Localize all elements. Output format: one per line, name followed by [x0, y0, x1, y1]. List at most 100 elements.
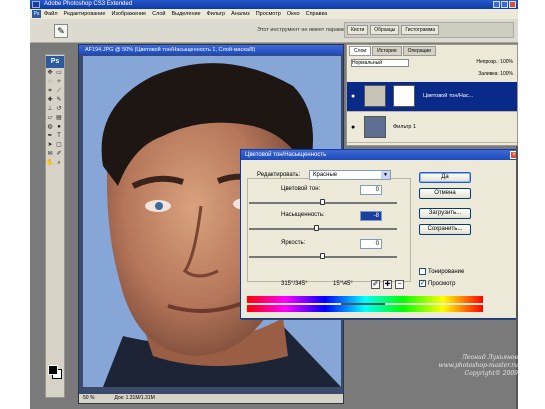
- saturation-input[interactable]: -8: [360, 211, 382, 221]
- eyedropper-icon[interactable]: ✐: [371, 280, 380, 289]
- eraser-tool-icon[interactable]: ▱: [46, 114, 54, 122]
- close-icon[interactable]: [509, 1, 516, 8]
- zoom-tool-icon[interactable]: ⌕: [55, 159, 63, 167]
- menu-help[interactable]: Справка: [306, 11, 328, 17]
- marquee-tool-icon[interactable]: ▭: [55, 69, 63, 77]
- lasso-tool-icon[interactable]: ◌: [46, 78, 54, 86]
- ok-button[interactable]: Да: [419, 172, 471, 183]
- toolbox-logo: Ps: [46, 56, 64, 68]
- layer-row-adjustment[interactable]: ● Цветовой тон/Нас...: [347, 82, 517, 112]
- maximize-icon[interactable]: [501, 1, 508, 8]
- ps-menu-icon[interactable]: Ps: [32, 10, 41, 18]
- edit-select-value: Красные: [313, 172, 338, 178]
- pen-tool-icon[interactable]: ✒: [46, 132, 54, 140]
- menu-view[interactable]: Просмотр: [256, 11, 281, 17]
- color-spectrum-top: [247, 296, 483, 303]
- eyedropper-plus-icon[interactable]: ✚: [383, 280, 392, 289]
- opacity-field[interactable]: Непрозр.: 100%: [476, 59, 513, 67]
- menu-analysis[interactable]: Анализ: [231, 11, 250, 17]
- crop-tool-icon[interactable]: ⌗: [46, 87, 54, 95]
- dock-tab-histogram[interactable]: Гистограмма: [401, 25, 440, 35]
- saturation-slider[interactable]: [249, 225, 397, 231]
- gradient-tool-icon[interactable]: ▤: [55, 114, 63, 122]
- brush-tool-icon[interactable]: ✎: [55, 96, 63, 104]
- watermark-author: Леонид Лукьянов: [461, 354, 518, 361]
- layer-name: Фильтр 1: [393, 124, 417, 130]
- document-title[interactable]: AF194.JPG @ 50% (Цветовой тон/Насыщеннос…: [79, 45, 343, 55]
- eyedropper-tool-icon[interactable]: ✎: [54, 24, 68, 38]
- tab-layers[interactable]: Слои: [349, 46, 372, 56]
- tab-actions[interactable]: Операции: [402, 46, 436, 56]
- colorize-checkbox[interactable]: Тонирование: [419, 268, 464, 275]
- preview-label: Просмотр: [428, 280, 456, 287]
- zoom-level[interactable]: 50 %: [83, 394, 94, 403]
- foreground-color-swatch[interactable]: [48, 365, 58, 375]
- notes-tool-icon[interactable]: ✉: [46, 150, 54, 158]
- color-swatches[interactable]: [48, 365, 62, 379]
- hue-slider[interactable]: [249, 199, 397, 205]
- menu-edit[interactable]: Редактирование: [64, 11, 106, 17]
- doc-info[interactable]: Док: 1.31M/1.31M: [114, 394, 154, 403]
- layer-thumbnail: [364, 116, 386, 138]
- range-right-degrees: 15°\45°: [333, 281, 353, 287]
- watermark-site: www.photoshop-master.ru: [438, 362, 518, 369]
- menu-layer[interactable]: Слой: [152, 11, 165, 17]
- lightness-input[interactable]: 0: [360, 239, 382, 249]
- layers-panel: Слои История Операции Нормальный Непрозр…: [346, 44, 518, 146]
- magic-wand-tool-icon[interactable]: ✧: [55, 78, 63, 86]
- params-group: [247, 178, 411, 282]
- options-hint: Этот инструмент не имеет параметров.: [257, 27, 358, 33]
- hue-saturation-dialog: Цветовой тон/Насыщенность × Редактироват…: [240, 149, 518, 319]
- preview-box[interactable]: ✓: [419, 280, 426, 287]
- type-tool-icon[interactable]: T: [55, 132, 63, 140]
- dock-tab-swatches[interactable]: Образцы: [370, 25, 400, 35]
- app-icon: [32, 1, 40, 8]
- tab-history[interactable]: История: [372, 46, 402, 56]
- mask-thumbnail: [393, 85, 415, 107]
- hue-input[interactable]: 0: [360, 185, 382, 195]
- dialog-title[interactable]: Цветовой тон/Насыщенность ×: [241, 150, 518, 160]
- blend-mode-select[interactable]: Нормальный: [351, 59, 409, 67]
- preview-checkbox[interactable]: ✓ Просмотр: [419, 280, 455, 287]
- lightness-slider-thumb[interactable]: [320, 253, 325, 259]
- hue-label: Цветовой тон:: [281, 186, 321, 192]
- move-tool-icon[interactable]: ✥: [46, 69, 54, 77]
- hand-tool-icon[interactable]: ✋: [46, 159, 54, 167]
- eyedropper-minus-icon[interactable]: −: [395, 280, 404, 289]
- fill-field[interactable]: Заливка: 100%: [478, 71, 513, 77]
- chevron-down-icon: ▼: [381, 171, 390, 179]
- edit-select[interactable]: Красные ▼: [309, 170, 391, 180]
- saturation-slider-thumb[interactable]: [314, 225, 320, 231]
- lightness-label: Яркость:: [281, 240, 306, 246]
- cancel-button[interactable]: Отмена: [419, 188, 471, 199]
- toolbox: Ps ✥ ▭ ◌ ✧ ⌗ ⟋ ✚ ✎ ⊥ ↺ ▱ ▤ ◍ ● ✒ T ➤ ▢ ✉…: [45, 54, 65, 398]
- menu-bar: Ps Файл Редактирование Изображение Слой …: [30, 9, 518, 19]
- menu-select[interactable]: Выделение: [171, 11, 200, 17]
- dodge-tool-icon[interactable]: ●: [55, 123, 63, 131]
- stamp-tool-icon[interactable]: ⊥: [46, 105, 54, 113]
- panel-dock: Кисти Образцы Гистограмма: [344, 22, 514, 38]
- layer-row-background[interactable]: ● Фильтр 1: [347, 113, 517, 143]
- layer-options-2: Заливка: 100%: [347, 69, 517, 79]
- eye-icon[interactable]: ●: [351, 93, 358, 100]
- menu-image[interactable]: Изображение: [111, 11, 146, 17]
- slice-tool-icon[interactable]: ⟋: [55, 87, 63, 95]
- healing-tool-icon[interactable]: ✚: [46, 96, 54, 104]
- adjustment-thumbnail: [364, 85, 386, 107]
- load-button[interactable]: Загрузить...: [419, 208, 471, 219]
- lightness-slider[interactable]: [249, 253, 397, 259]
- menu-window[interactable]: Окно: [287, 11, 300, 17]
- menu-filter[interactable]: Фильтр: [207, 11, 225, 17]
- menu-file[interactable]: Файл: [44, 11, 58, 17]
- colorize-box[interactable]: [419, 268, 426, 275]
- dock-tab-brushes[interactable]: Кисти: [347, 25, 369, 35]
- blur-tool-icon[interactable]: ◍: [46, 123, 54, 131]
- eye-icon[interactable]: ●: [351, 124, 358, 131]
- minimize-icon[interactable]: [493, 1, 500, 8]
- save-button[interactable]: Сохранить...: [419, 224, 471, 235]
- eyedropper-icon[interactable]: ✐: [55, 150, 63, 158]
- path-select-tool-icon[interactable]: ➤: [46, 141, 54, 149]
- shape-tool-icon[interactable]: ▢: [55, 141, 63, 149]
- hue-slider-thumb[interactable]: [320, 199, 325, 205]
- history-brush-tool-icon[interactable]: ↺: [55, 105, 63, 113]
